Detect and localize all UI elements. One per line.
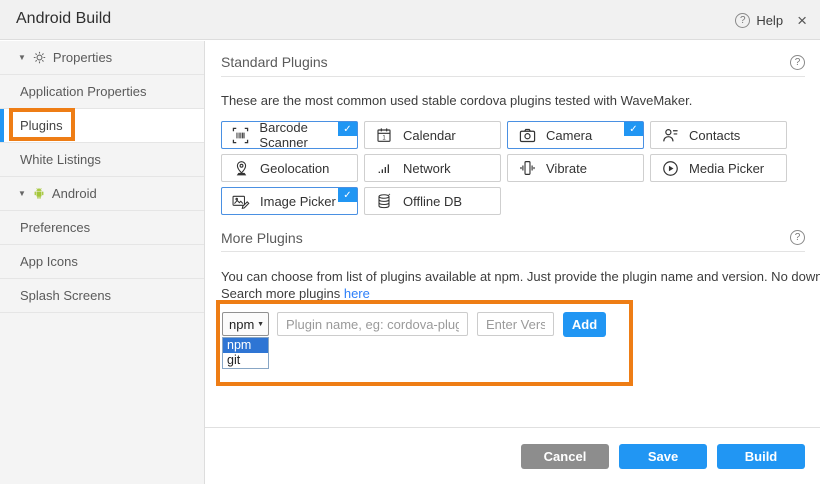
sidebar-item-label: Application Properties (20, 84, 146, 99)
camera-icon (517, 128, 537, 143)
plugin-tile-label: Offline DB (403, 194, 462, 209)
svg-text:1: 1 (382, 135, 386, 141)
gear-icon (33, 51, 46, 64)
plugin-name-input[interactable] (277, 312, 468, 336)
sidebar-item-label: Plugins (20, 118, 63, 133)
checked-icon: ✓ (624, 122, 643, 136)
source-option-list: npm git (222, 337, 269, 369)
standard-plugins-help-icon[interactable]: ? (790, 55, 805, 70)
checked-icon: ✓ (338, 188, 357, 202)
plugin-tile-vibrate[interactable]: Vibrate (507, 154, 644, 182)
sidebar-item-app-icons[interactable]: App Icons (0, 245, 204, 279)
plugin-tile-geolocation[interactable]: Geolocation (221, 154, 358, 182)
sidebar-item-splash-screens[interactable]: Splash Screens (0, 279, 204, 313)
footer-divider (205, 427, 820, 428)
save-button[interactable]: Save (619, 444, 707, 469)
build-button[interactable]: Build (717, 444, 805, 469)
section-divider (221, 251, 805, 252)
chevron-down-icon: ▼ (257, 321, 264, 328)
sidebar-item-white-listings[interactable]: White Listings (0, 143, 204, 177)
sidebar-item-preferences[interactable]: Preferences (0, 211, 204, 245)
sidebar-item-application-properties[interactable]: Application Properties (0, 75, 204, 109)
standard-plugins-description: These are the most common used stable co… (221, 93, 692, 108)
section-divider (221, 76, 805, 77)
sidebar-item-android[interactable]: ▼ Android (0, 177, 204, 211)
add-button[interactable]: Add (563, 312, 606, 337)
sidebar: ▼ Properties Application Properties Plug… (0, 41, 205, 484)
contacts-icon (660, 127, 680, 143)
plugin-tile-label: Calendar (403, 128, 456, 143)
sidebar-item-label: Splash Screens (20, 288, 111, 303)
option-git[interactable]: git (223, 353, 268, 368)
sidebar-item-label: Preferences (20, 220, 90, 235)
geolocation-icon (231, 160, 251, 177)
search-here-link[interactable]: here (344, 286, 370, 301)
more-plugins-title: More Plugins (221, 230, 303, 246)
offline-db-icon (374, 193, 394, 210)
page-title: Android Build (16, 10, 111, 28)
plugin-tile-label: Contacts (689, 128, 740, 143)
sidebar-item-label: Properties (53, 50, 112, 65)
plugin-tile-media-picker[interactable]: Media Picker (650, 154, 787, 182)
plugin-tile-contacts[interactable]: Contacts (650, 121, 787, 149)
plugin-tile-offline-db[interactable]: Offline DB (364, 187, 501, 215)
sidebar-item-properties[interactable]: ▼ Properties (0, 41, 204, 75)
search-more-text: Search more plugins (221, 286, 344, 301)
version-input[interactable] (477, 312, 554, 336)
calendar-icon: 1 (374, 127, 394, 143)
barcode-scanner-icon (231, 127, 250, 144)
android-build-dialog: Android Build ? Help × ▼ Properties Appl… (0, 0, 820, 484)
close-icon[interactable]: × (797, 12, 807, 29)
plugin-tile-barcode-scanner[interactable]: Barcode Scanner ✓ (221, 121, 358, 149)
standard-plugins-grid: Barcode Scanner ✓ 1 Calendar Ca (221, 121, 787, 215)
plugin-tile-camera[interactable]: Camera ✓ (507, 121, 644, 149)
select-value: npm (229, 317, 254, 332)
chevron-down-icon: ▼ (18, 53, 26, 62)
plugin-tile-calendar[interactable]: 1 Calendar (364, 121, 501, 149)
android-icon (33, 187, 45, 200)
search-more-line: Search more plugins here (221, 286, 370, 301)
sidebar-item-label: White Listings (20, 152, 101, 167)
plugin-tile-label: Network (403, 161, 451, 176)
vibrate-icon (517, 160, 537, 176)
sidebar-item-label: Android (52, 186, 97, 201)
image-picker-icon (231, 194, 251, 209)
selected-indicator (0, 109, 4, 142)
option-npm[interactable]: npm (223, 338, 268, 353)
chevron-down-icon: ▼ (18, 189, 26, 198)
header-actions: ? Help × (735, 0, 807, 40)
standard-plugins-title: Standard Plugins (221, 54, 328, 70)
plugin-tile-label: Image Picker (260, 194, 336, 209)
plugin-tile-label: Geolocation (260, 161, 329, 176)
sidebar-item-plugins[interactable]: Plugins (0, 109, 204, 143)
plugin-source-select[interactable]: npm ▼ (222, 312, 269, 336)
sidebar-item-label: App Icons (20, 254, 78, 269)
plugin-tile-image-picker[interactable]: Image Picker ✓ (221, 187, 358, 215)
plugin-tile-label: Media Picker (689, 161, 764, 176)
network-icon (374, 160, 394, 176)
help-icon: ? (735, 13, 750, 28)
more-plugins-description: You can choose from list of plugins avai… (221, 269, 820, 284)
plugin-tile-label: Camera (546, 128, 592, 143)
plugin-tile-label: Vibrate (546, 161, 587, 176)
media-picker-icon (660, 160, 680, 177)
more-plugins-help-icon[interactable]: ? (790, 230, 805, 245)
help-button[interactable]: ? Help (735, 13, 783, 28)
checked-icon: ✓ (338, 122, 357, 136)
cancel-button[interactable]: Cancel (521, 444, 609, 469)
help-label: Help (756, 13, 783, 28)
plugin-tile-network[interactable]: Network (364, 154, 501, 182)
dialog-header: Android Build ? Help × (0, 0, 820, 40)
